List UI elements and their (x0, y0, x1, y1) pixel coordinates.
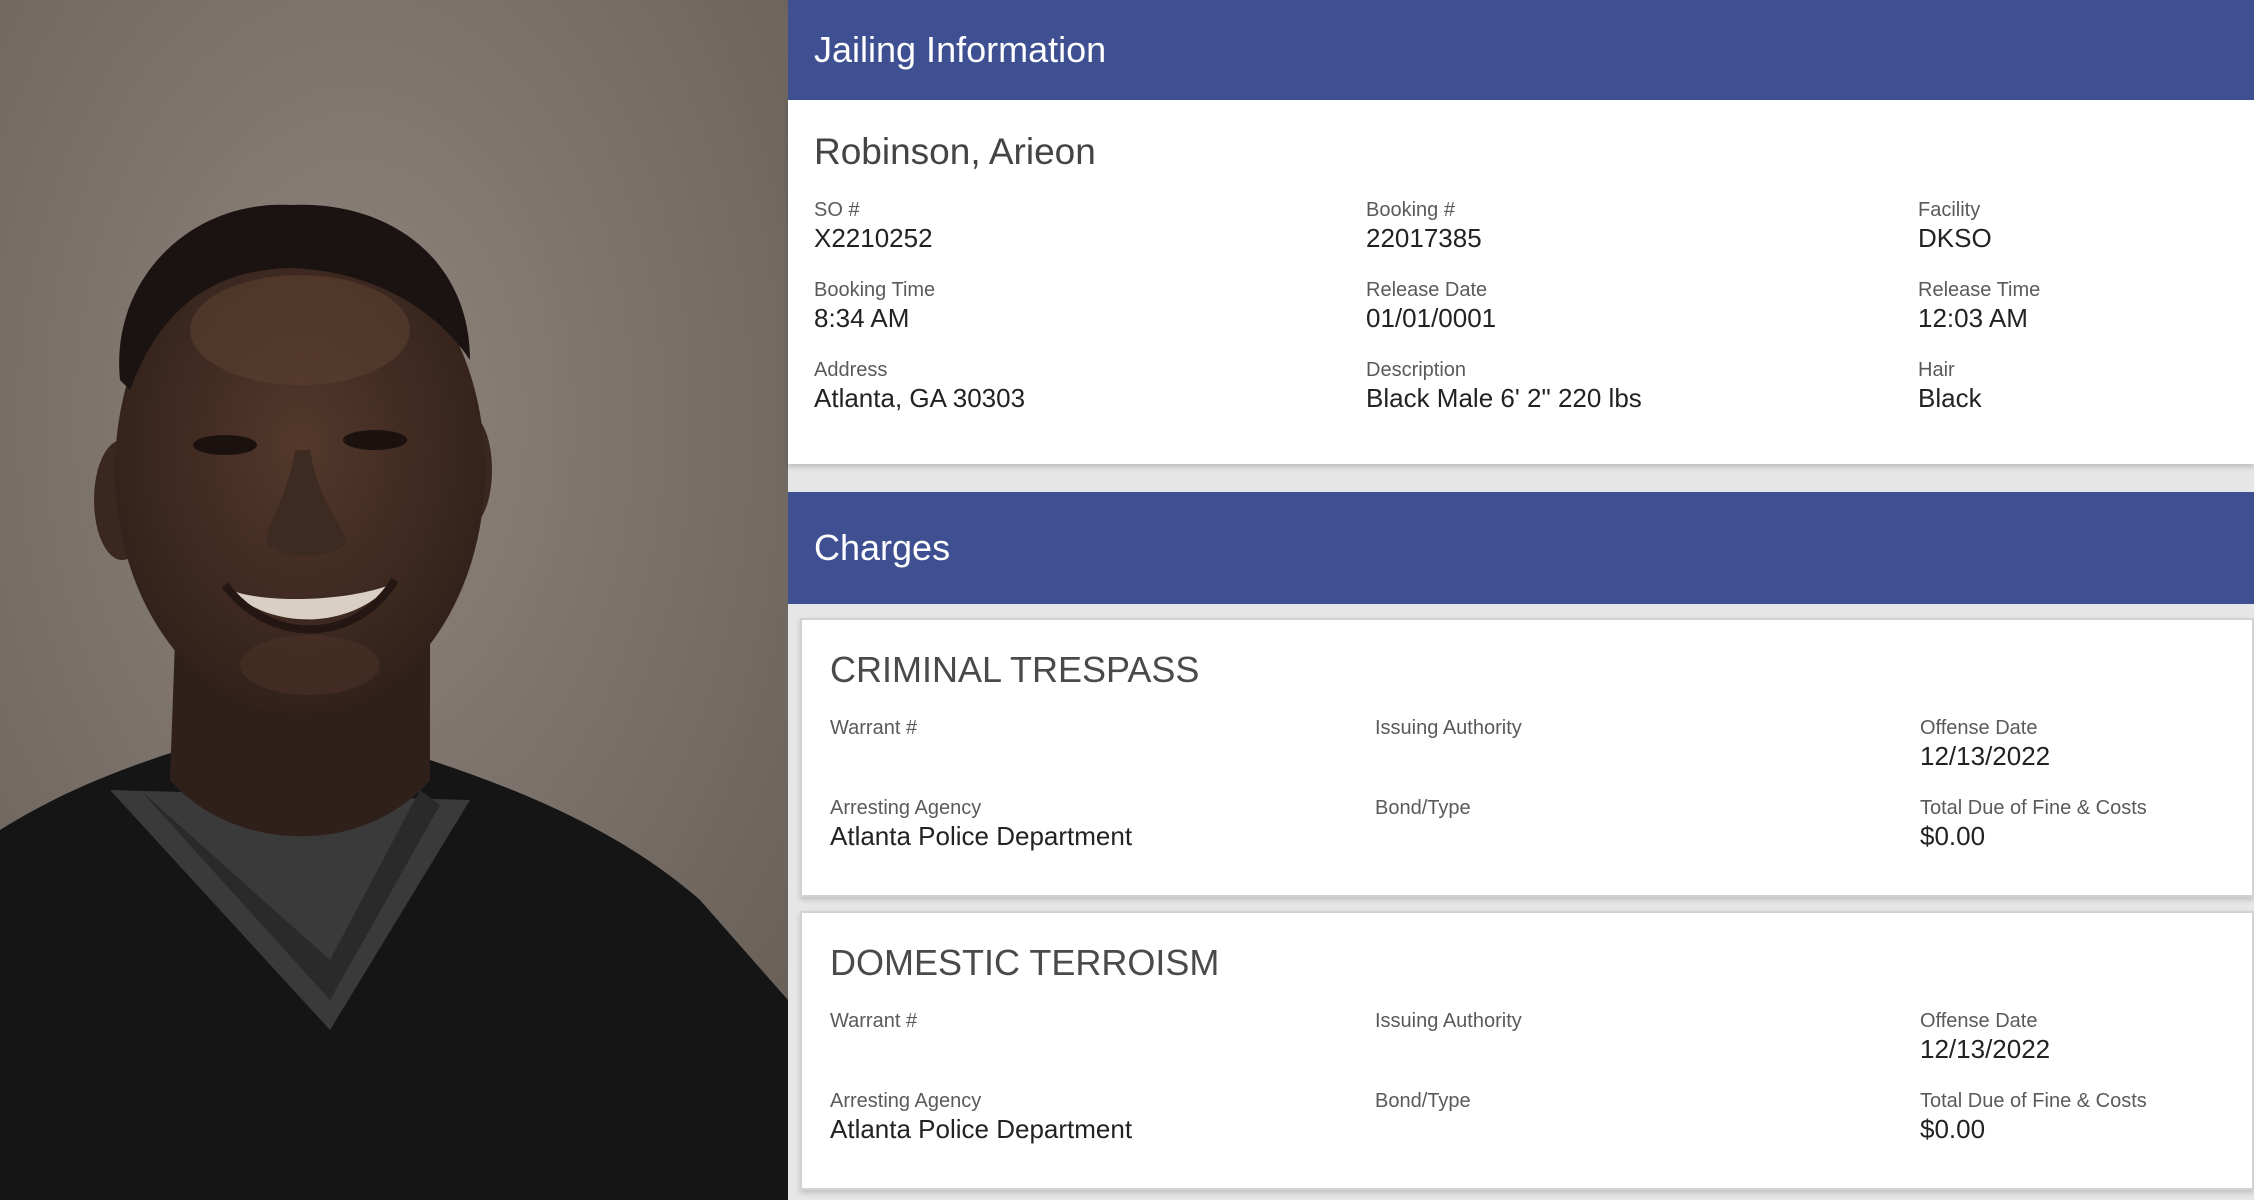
field-value (1375, 1113, 1920, 1145)
field-value (830, 1033, 1375, 1065)
field-booking-number: Booking # 22017385 (1366, 198, 1918, 254)
field-value (1375, 820, 1920, 852)
detail-panel: Jailing Information Robinson, Arieon SO … (788, 0, 2254, 1200)
field-value (1375, 1033, 1920, 1065)
field-bond-type: Bond/Type (1375, 796, 1920, 852)
field-label: Release Time (1918, 279, 2041, 301)
field-value: Black Male 6' 2" 220 lbs (1366, 383, 1642, 413)
field-warrant-number: Warrant # (830, 716, 1375, 772)
field-label: Arresting Agency (830, 1090, 982, 1112)
jailing-card: Robinson, Arieon SO # X2210252 Booking #… (788, 100, 2254, 464)
field-release-time: Release Time 12:03 AM (1918, 278, 2228, 334)
field-label: SO # (814, 199, 860, 221)
charge-fields: Warrant # Issuing Authority Offense Date… (830, 716, 2224, 852)
field-label: Issuing Authority (1375, 717, 1522, 739)
field-offense-date: Offense Date 12/13/2022 (1920, 716, 2224, 772)
field-value: 22017385 (1366, 223, 1482, 253)
charges-header: Charges (788, 492, 2254, 604)
field-label: Facility (1918, 199, 1981, 221)
field-issuing-authority: Issuing Authority (1375, 1009, 1920, 1065)
field-total-due: Total Due of Fine & Costs $0.00 (1920, 796, 2224, 852)
field-release-date: Release Date 01/01/0001 (1366, 278, 1918, 334)
field-value: Black (1918, 383, 1982, 413)
field-label: Description (1366, 359, 1467, 381)
field-value (1375, 740, 1920, 772)
field-label: Release Date (1366, 279, 1488, 301)
field-label: Warrant # (830, 717, 918, 739)
field-label: Offense Date (1920, 1010, 2038, 1032)
field-label: Address (814, 359, 888, 381)
field-offense-date: Offense Date 12/13/2022 (1920, 1009, 2224, 1065)
charge-fields: Warrant # Issuing Authority Offense Date… (830, 1009, 2224, 1145)
charge-title: DOMESTIC TERROISM (830, 942, 1220, 983)
field-label: Issuing Authority (1375, 1010, 1522, 1032)
field-value: 12/13/2022 (1920, 1034, 2051, 1064)
field-hair: Hair Black (1918, 358, 2228, 414)
field-label: Bond/Type (1375, 1090, 1471, 1112)
charge-card: CRIMINAL TRESPASS Warrant # Issuing Auth… (800, 618, 2254, 897)
field-arresting-agency: Arresting Agency Atlanta Police Departme… (830, 796, 1375, 852)
charge-title: CRIMINAL TRESPASS (830, 649, 1200, 690)
field-so-number: SO # X2210252 (814, 198, 1366, 254)
field-label: Hair (1918, 359, 1955, 381)
field-warrant-number: Warrant # (830, 1009, 1375, 1065)
person-portrait-icon (0, 0, 788, 1200)
field-description: Description Black Male 6' 2" 220 lbs (1366, 358, 1918, 414)
jailing-information-header: Jailing Information (788, 0, 2254, 100)
field-label: Booking Time (814, 279, 936, 301)
field-value: Atlanta, GA 30303 (814, 383, 1026, 413)
booking-photo (0, 0, 788, 1200)
field-issuing-authority: Issuing Authority (1375, 716, 1920, 772)
field-arresting-agency: Arresting Agency Atlanta Police Departme… (830, 1089, 1375, 1145)
field-label: Total Due of Fine & Costs (1920, 1090, 2147, 1112)
field-facility: Facility DKSO (1918, 198, 2228, 254)
field-label: Booking # (1366, 199, 1455, 221)
page: Jailing Information Robinson, Arieon SO … (0, 0, 2254, 1200)
field-label: Warrant # (830, 1010, 918, 1032)
field-value: Atlanta Police Department (830, 821, 1133, 851)
field-value: $0.00 (1920, 821, 1986, 851)
field-bond-type: Bond/Type (1375, 1089, 1920, 1145)
field-value: X2210252 (814, 223, 933, 253)
field-value: Atlanta Police Department (830, 1114, 1133, 1144)
field-value: $0.00 (1920, 1114, 1986, 1144)
field-value (830, 740, 1375, 772)
field-label: Total Due of Fine & Costs (1920, 797, 2147, 819)
field-booking-time: Booking Time 8:34 AM (814, 278, 1366, 334)
field-value: 12/13/2022 (1920, 741, 2051, 771)
field-label: Offense Date (1920, 717, 2038, 739)
charges-list: CRIMINAL TRESPASS Warrant # Issuing Auth… (788, 604, 2254, 1190)
field-address: Address Atlanta, GA 30303 (814, 358, 1366, 414)
field-value: 12:03 AM (1918, 303, 2028, 333)
field-value: DKSO (1918, 223, 1992, 253)
field-label: Arresting Agency (830, 797, 982, 819)
field-value: 8:34 AM (814, 303, 910, 333)
charge-card: DOMESTIC TERROISM Warrant # Issuing Auth… (800, 911, 2254, 1190)
jailing-fields: SO # X2210252 Booking # 22017385 Facilit… (814, 198, 2228, 414)
field-label: Bond/Type (1375, 797, 1471, 819)
field-total-due: Total Due of Fine & Costs $0.00 (1920, 1089, 2224, 1145)
inmate-name: Robinson, Arieon (814, 131, 1096, 172)
field-value: 01/01/0001 (1366, 303, 1497, 333)
